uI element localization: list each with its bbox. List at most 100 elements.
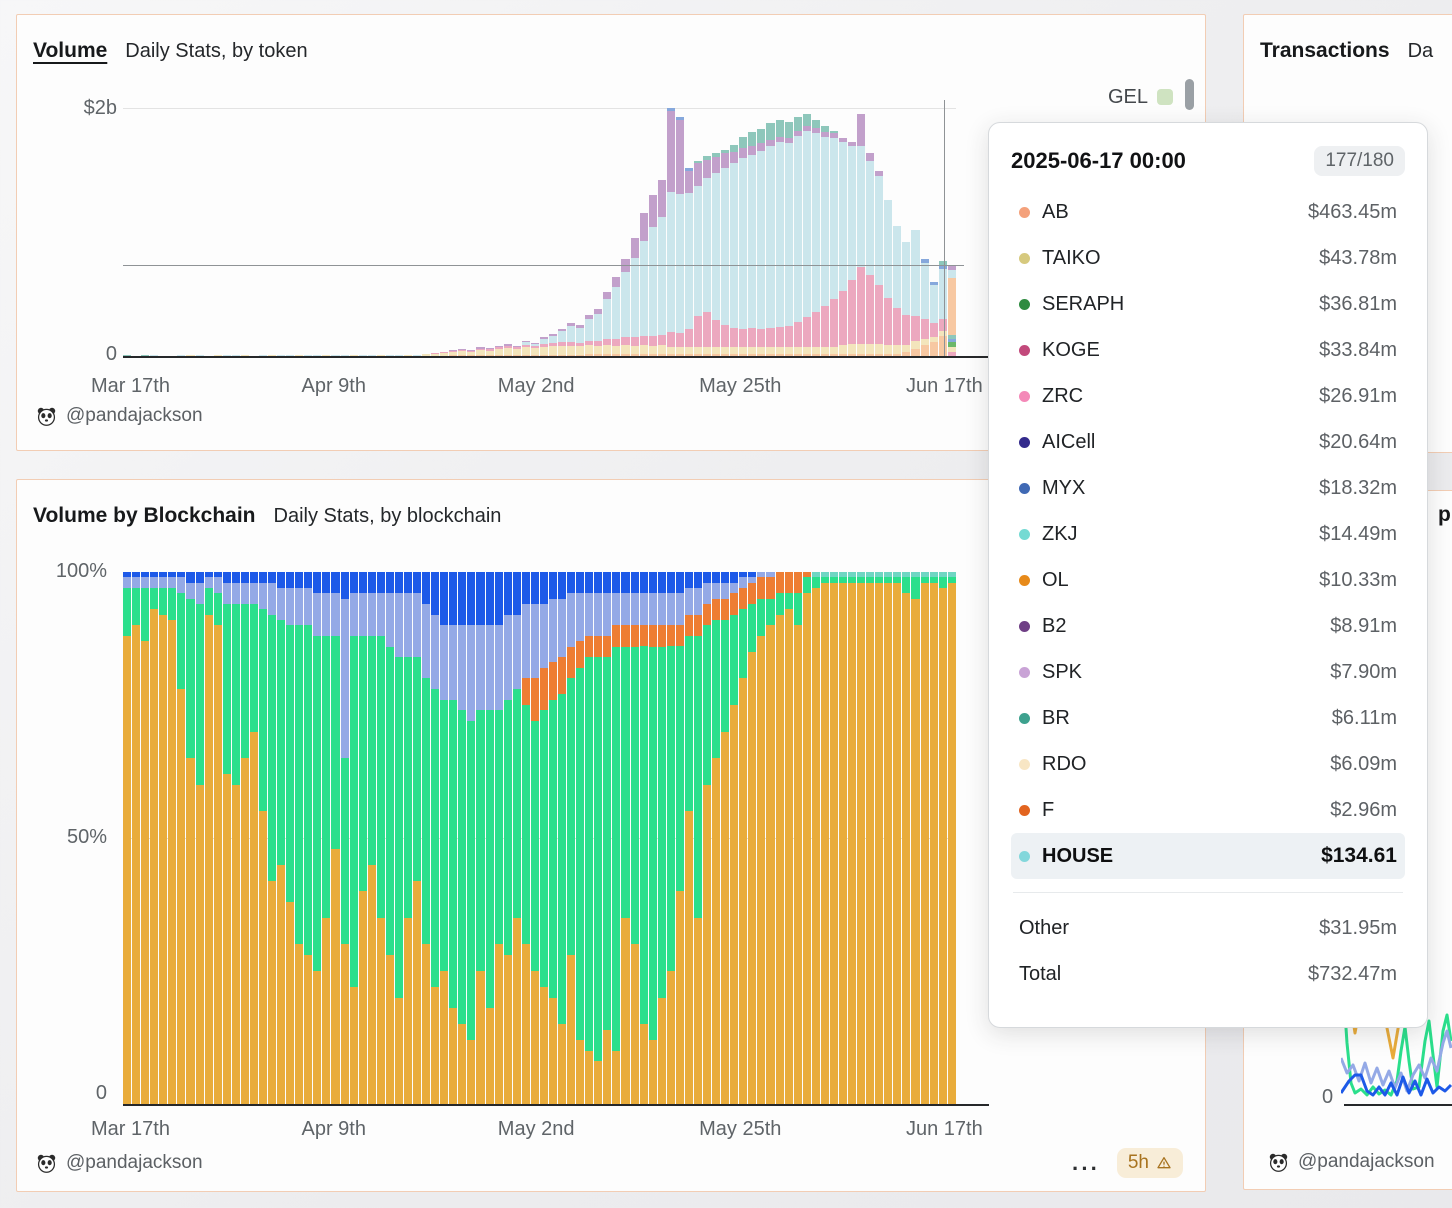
bar[interactable]: [757, 129, 765, 356]
bar[interactable]: [748, 572, 756, 1104]
bar[interactable]: [930, 572, 938, 1104]
volume-panel-title[interactable]: Volume: [33, 39, 107, 63]
tooltip-token-row[interactable]: KOGE $33.84m: [1011, 327, 1405, 373]
bar[interactable]: [540, 337, 548, 356]
bar[interactable]: [848, 572, 856, 1104]
bar[interactable]: [368, 572, 376, 1104]
bar[interactable]: [377, 572, 385, 1104]
bar[interactable]: [341, 572, 349, 1104]
bar[interactable]: [776, 572, 784, 1104]
bar[interactable]: [776, 120, 784, 356]
bar[interactable]: [603, 292, 611, 356]
bar[interactable]: [739, 572, 747, 1104]
bar[interactable]: [558, 572, 566, 1104]
bar[interactable]: [621, 572, 629, 1104]
bar[interactable]: [812, 120, 820, 356]
bar[interactable]: [594, 309, 602, 356]
bar[interactable]: [658, 180, 666, 356]
bar[interactable]: [902, 572, 910, 1104]
bar[interactable]: [214, 572, 222, 1104]
bar[interactable]: [150, 572, 158, 1104]
bar[interactable]: [721, 150, 729, 356]
bar[interactable]: [794, 572, 802, 1104]
bar[interactable]: [640, 213, 648, 356]
bar[interactable]: [540, 572, 548, 1104]
bar[interactable]: [730, 572, 738, 1104]
bar[interactable]: [495, 346, 503, 356]
bar[interactable]: [495, 572, 503, 1104]
bar[interactable]: [921, 572, 929, 1104]
bar[interactable]: [812, 572, 820, 1104]
bar[interactable]: [458, 349, 466, 356]
bar[interactable]: [286, 572, 294, 1104]
bar[interactable]: [676, 117, 684, 356]
bar[interactable]: [159, 572, 167, 1104]
legend-scrollbar[interactable]: [1185, 79, 1194, 110]
bar[interactable]: [884, 572, 892, 1104]
bar[interactable]: [558, 329, 566, 356]
bar[interactable]: [667, 572, 675, 1104]
tooltip-token-row[interactable]: OL $10.33m: [1011, 557, 1405, 603]
bar[interactable]: [322, 572, 330, 1104]
bar[interactable]: [631, 572, 639, 1104]
bar[interactable]: [549, 334, 557, 356]
tooltip-token-row[interactable]: SPK $7.90m: [1011, 649, 1405, 695]
bar[interactable]: [848, 142, 856, 356]
bar[interactable]: [277, 572, 285, 1104]
bar[interactable]: [730, 145, 738, 356]
bar[interactable]: [685, 168, 693, 356]
bar[interactable]: [612, 572, 620, 1104]
bar[interactable]: [803, 572, 811, 1104]
bar[interactable]: [232, 572, 240, 1104]
transactions-panel-title[interactable]: Transactions: [1260, 39, 1390, 63]
bar[interactable]: [839, 138, 847, 356]
bar[interactable]: [250, 572, 258, 1104]
bar[interactable]: [757, 572, 765, 1104]
bar[interactable]: [141, 572, 149, 1104]
bar[interactable]: [694, 572, 702, 1104]
bar[interactable]: [259, 572, 267, 1104]
tooltip-token-row[interactable]: B2 $8.91m: [1011, 603, 1405, 649]
bar[interactable]: [241, 572, 249, 1104]
tooltip-token-row[interactable]: RDO $6.09m: [1011, 741, 1405, 787]
bar[interactable]: [350, 572, 358, 1104]
bar[interactable]: [576, 572, 584, 1104]
bar[interactable]: [522, 341, 530, 356]
bar[interactable]: [549, 572, 557, 1104]
stale-data-badge[interactable]: 5h: [1117, 1148, 1183, 1178]
bar[interactable]: [893, 572, 901, 1104]
bar[interactable]: [748, 132, 756, 356]
bar[interactable]: [875, 171, 883, 356]
legend-item[interactable]: GEL: [1053, 85, 1173, 109]
bar[interactable]: [658, 572, 666, 1104]
bar[interactable]: [703, 156, 711, 356]
bar[interactable]: [223, 572, 231, 1104]
bar[interactable]: [712, 572, 720, 1104]
bar[interactable]: [331, 572, 339, 1104]
bar[interactable]: [902, 242, 910, 356]
tooltip-token-row[interactable]: ZRC $26.91m: [1011, 373, 1405, 419]
bar[interactable]: [703, 572, 711, 1104]
bar[interactable]: [431, 572, 439, 1104]
bar[interactable]: [123, 572, 131, 1104]
bar[interactable]: [603, 572, 611, 1104]
bar[interactable]: [631, 238, 639, 356]
bar[interactable]: [413, 572, 421, 1104]
bar[interactable]: [132, 572, 140, 1104]
bar[interactable]: [821, 572, 829, 1104]
bar[interactable]: [386, 572, 394, 1104]
bar[interactable]: [612, 277, 620, 356]
tooltip-token-row[interactable]: HOUSE $134.61: [1011, 833, 1405, 879]
bar[interactable]: [866, 153, 874, 356]
bar[interactable]: [594, 572, 602, 1104]
bar[interactable]: [585, 572, 593, 1104]
bar[interactable]: [567, 572, 575, 1104]
bar[interactable]: [649, 572, 657, 1104]
bar[interactable]: [857, 114, 865, 357]
bar[interactable]: [640, 572, 648, 1104]
bar[interactable]: [504, 344, 512, 356]
bar[interactable]: [794, 117, 802, 356]
bar[interactable]: [821, 126, 829, 356]
bar[interactable]: [921, 259, 929, 356]
bar[interactable]: [395, 572, 403, 1104]
